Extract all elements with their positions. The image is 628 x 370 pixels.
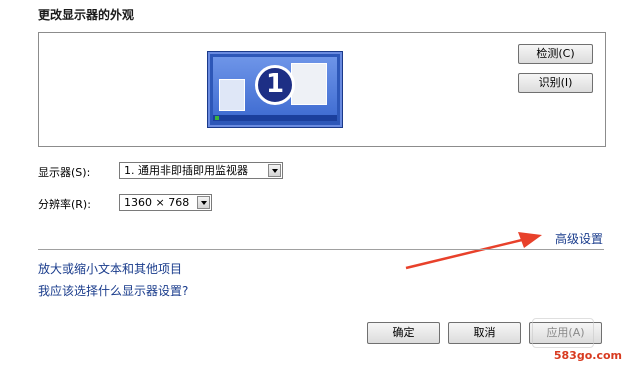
display-select-value: 1. 通用非即插即用监视器 — [124, 164, 248, 177]
which-settings-link[interactable]: 我应该选择什么显示器设置? — [38, 282, 188, 299]
annotation-arrow-icon — [405, 232, 542, 270]
dropdown-arrow-icon[interactable] — [268, 164, 281, 177]
window-thumbnail-icon — [291, 63, 327, 105]
resolution-select[interactable]: 1360 × 768 — [119, 194, 212, 211]
monitor-number-badge: 1 — [255, 65, 295, 105]
page-title: 更改显示器的外观 — [38, 8, 135, 22]
window-thumbnail-icon — [219, 79, 245, 111]
display-select[interactable]: 1. 通用非即插即用监视器 — [119, 162, 283, 179]
monitor-screen: 1 — [213, 57, 337, 121]
display-label: 显示器(S): — [38, 166, 91, 179]
advanced-settings-link[interactable]: 高级设置 — [555, 230, 603, 247]
ok-button[interactable]: 确定 — [367, 322, 440, 344]
watermark: 583go.com — [553, 349, 622, 362]
monitor-1-icon[interactable]: 1 — [207, 51, 343, 128]
divider — [38, 249, 604, 250]
resolution-label: 分辨率(R): — [38, 198, 91, 211]
cancel-button[interactable]: 取消 — [448, 322, 521, 344]
resolution-select-value: 1360 × 768 — [124, 196, 190, 209]
identify-button[interactable]: 识别(I) — [518, 73, 593, 93]
dropdown-arrow-icon[interactable] — [197, 196, 210, 209]
detect-button[interactable]: 检测(C) — [518, 44, 593, 64]
start-button-icon — [215, 116, 219, 120]
watermark-logo-icon — [532, 318, 594, 348]
taskbar-icon — [213, 115, 337, 121]
enlarge-text-link[interactable]: 放大或缩小文本和其他项目 — [38, 260, 182, 277]
display-preview-panel: 1 检测(C) 识别(I) — [38, 32, 606, 147]
